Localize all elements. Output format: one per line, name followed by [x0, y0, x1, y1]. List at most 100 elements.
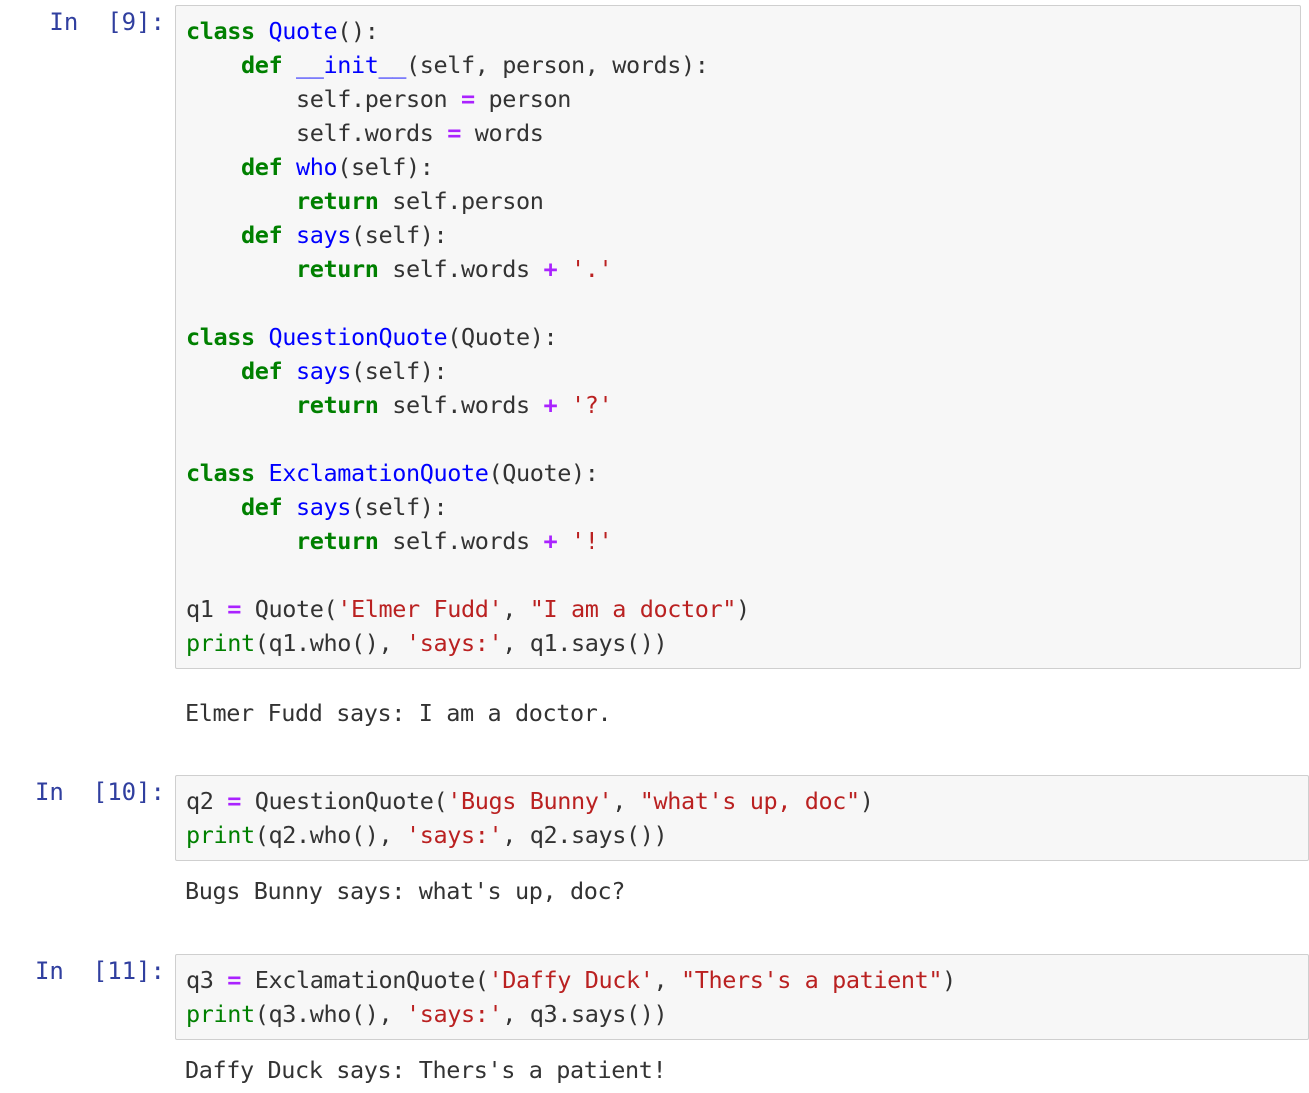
output-area-10: Bugs Bunny says: what's up, doc? [175, 874, 1309, 908]
cell-prompt-11: In [11]: [34, 957, 165, 985]
token-args: , q2.says()) [502, 821, 668, 849]
token-operator-plus: + [543, 527, 558, 555]
token-keyword-def: def [241, 493, 283, 521]
token-string-says: 'says:' [405, 629, 503, 657]
token-builtin-print: print [186, 821, 255, 849]
token-operator-plus: + [543, 391, 558, 419]
token-string-says: 'says:' [405, 1000, 503, 1028]
source-code-9[interactable]: class Quote(): def __init__(self, person… [186, 14, 1292, 660]
cell-output-10: Bugs Bunny says: what's up, doc? [0, 874, 1309, 908]
token-class-name-quote: Quote [268, 17, 338, 45]
cell-input-area-9[interactable]: class Quote(): def __init__(self, person… [175, 5, 1301, 669]
token-comma: , [612, 787, 640, 815]
code-editor-9[interactable]: class Quote(): def __init__(self, person… [175, 5, 1301, 669]
token-string-i-am-a-doctor: "I am a doctor" [529, 595, 737, 623]
token-var-q3: q3 [186, 966, 228, 994]
token-string-says: 'says:' [405, 821, 503, 849]
token-keyword-return: return [296, 255, 379, 283]
code-cell-10[interactable]: In [10]: q2 = QuestionQuote('Bugs Bunny'… [0, 775, 1309, 861]
token-args: (q1.who(), [254, 629, 406, 657]
token-call-questionquote: QuestionQuote( [241, 787, 448, 815]
token-string-bugs-bunny: 'Bugs Bunny' [447, 787, 613, 815]
token-bases: (Quote): [447, 323, 558, 351]
token-call-exclamationquote: ExclamationQuote( [241, 966, 489, 994]
cell-output-11: Daffy Duck says: Thers's a patient! [0, 1053, 1309, 1087]
token-operator-assign: = [227, 787, 241, 815]
source-code-11[interactable]: q3 = ExclamationQuote('Daffy Duck', "The… [186, 963, 1300, 1031]
token-string-exclamation: '!' [557, 527, 613, 555]
token-func-name-who: who [296, 153, 338, 181]
token-string-thers-a-patient: "Thers's a patient" [680, 966, 943, 994]
cell-prompt-9: In [9]: [49, 8, 165, 36]
token-expr: self.words [378, 391, 544, 419]
token-paren-close: ) [735, 595, 750, 623]
token-keyword-class: class [186, 17, 255, 45]
token-expr: self.words [378, 255, 544, 283]
cell-input-area-11[interactable]: q3 = ExclamationQuote('Daffy Duck', "The… [175, 954, 1309, 1040]
token-func-name-says: says [296, 221, 351, 249]
output-prompt-spacer-11 [0, 1053, 175, 1087]
token-builtin-print: print [186, 1000, 255, 1028]
token-value-person: person [474, 85, 571, 113]
output-area-9: Elmer Fudd says: I am a doctor. [175, 696, 1309, 730]
token-string-whats-up-doc: "what's up, doc" [639, 787, 860, 815]
token-paren-close: ) [859, 787, 874, 815]
token-string-period: '.' [557, 255, 613, 283]
cell-input-area-10[interactable]: q2 = QuestionQuote('Bugs Bunny', "what's… [175, 775, 1309, 861]
token-func-name-says: says [296, 357, 351, 385]
token-args: , q3.says()) [502, 1000, 668, 1028]
stdout-text-11: Daffy Duck says: Thers's a patient! [185, 1056, 667, 1084]
token-var-q2: q2 [186, 787, 228, 815]
code-cell-9[interactable]: In [9]: class Quote(): def __init__(self… [0, 5, 1301, 669]
code-editor-11[interactable]: q3 = ExclamationQuote('Daffy Duck', "The… [175, 954, 1309, 1040]
token-params: (self): [351, 221, 448, 249]
token-keyword-return: return [296, 527, 379, 555]
output-area-11: Daffy Duck says: Thers's a patient! [175, 1053, 1309, 1087]
cell-prompt-10: In [10]: [34, 778, 165, 806]
token-string-question: '?' [557, 391, 613, 419]
token-var-q1: q1 [186, 595, 228, 623]
notebook-container: In [9]: class Quote(): def __init__(self… [0, 0, 1309, 1093]
token-func-name-says: says [296, 493, 351, 521]
token-attr-person: self.person [296, 85, 461, 113]
token-keyword-def: def [241, 51, 283, 79]
token-keyword-return: return [296, 391, 379, 419]
token-func-name-init: __init__ [296, 51, 406, 79]
stdout-text-10: Bugs Bunny says: what's up, doc? [185, 877, 625, 905]
token-class-name-questionquote: QuestionQuote [268, 323, 448, 351]
token-call-quote: Quote( [241, 595, 338, 623]
token-operator-assign: = [447, 119, 461, 147]
token-expr: self.person [378, 187, 544, 215]
code-cell-11[interactable]: In [11]: q3 = ExclamationQuote('Daffy Du… [0, 954, 1309, 1040]
code-editor-10[interactable]: q2 = QuestionQuote('Bugs Bunny', "what's… [175, 775, 1309, 861]
token-paren-close: ) [942, 966, 956, 994]
token-keyword-def: def [241, 357, 283, 385]
token-operator-assign: = [460, 85, 475, 113]
token-comma: , [653, 966, 681, 994]
token-builtin-print: print [186, 629, 255, 657]
token-attr-words: self.words [296, 119, 448, 147]
token-comma: , [502, 595, 530, 623]
stdout-text-9: Elmer Fudd says: I am a doctor. [185, 699, 612, 727]
cell-output-9: Elmer Fudd says: I am a doctor. [0, 696, 1309, 730]
output-prompt-spacer-9 [0, 696, 175, 730]
source-code-10[interactable]: q2 = QuestionQuote('Bugs Bunny', "what's… [186, 784, 1300, 852]
token-args: (q2.who(), [254, 821, 406, 849]
token-params: (self): [351, 493, 448, 521]
